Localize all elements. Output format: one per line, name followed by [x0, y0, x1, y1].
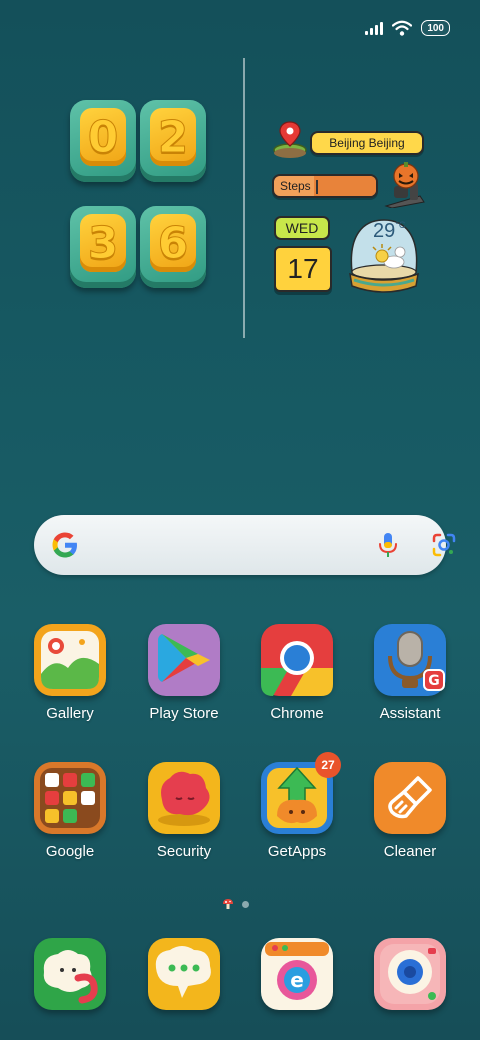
- clock-digit: 6: [157, 217, 189, 269]
- dock-browser[interactable]: e: [247, 938, 347, 1010]
- phone-icon: [34, 938, 106, 1010]
- steps-label: Steps: [280, 179, 311, 193]
- dock-camera[interactable]: [360, 938, 460, 1010]
- google-folder-icon: [34, 762, 106, 834]
- clock-hour-tens: 0: [70, 100, 136, 182]
- getapps-icon: 27: [261, 752, 341, 834]
- app-label: Gallery: [46, 705, 94, 722]
- microphone-icon[interactable]: [376, 531, 400, 559]
- app-assistant[interactable]: G Assistant: [360, 624, 460, 722]
- cleaner-icon: [374, 762, 446, 834]
- home-page-dot-icon: [223, 899, 233, 909]
- steps-marker: [316, 180, 318, 194]
- camera-icon: [374, 938, 446, 1010]
- page-indicator[interactable]: [222, 898, 249, 910]
- date-number: 17: [287, 253, 319, 284]
- app-label: Security: [156, 843, 212, 860]
- signal-bars-icon: [365, 21, 384, 35]
- play-store-icon: [148, 624, 220, 696]
- weekday-text: WED: [285, 220, 319, 236]
- temperature-readout: 29°C: [373, 220, 405, 243]
- dock-messages[interactable]: [134, 938, 234, 1010]
- temperature-value: 29: [373, 220, 396, 242]
- clock-digit: 3: [87, 217, 119, 269]
- google-search-bar[interactable]: [34, 515, 456, 575]
- date-tile[interactable]: 17: [274, 246, 332, 292]
- app-label: Google: [45, 843, 95, 860]
- app-label: GetApps: [267, 843, 327, 860]
- app-getapps[interactable]: 27 GetApps: [247, 752, 347, 860]
- browser-icon: e: [261, 938, 333, 1010]
- messages-icon: [148, 938, 220, 1010]
- clock-hour-ones: 2: [140, 100, 206, 182]
- lens-icon[interactable]: [430, 531, 458, 559]
- svg-text:G: G: [428, 673, 440, 689]
- svg-text:e: e: [290, 968, 304, 992]
- wifi-icon: [392, 20, 413, 36]
- app-gallery[interactable]: Gallery: [20, 624, 120, 722]
- app-security[interactable]: Security: [134, 762, 234, 860]
- city-label[interactable]: Beijing Beijing: [310, 131, 424, 155]
- app-label: Assistant: [379, 705, 441, 722]
- steps-bar[interactable]: Steps: [272, 174, 378, 198]
- app-chrome[interactable]: Chrome: [247, 624, 347, 722]
- badge-count: 27: [321, 758, 335, 772]
- assistant-icon: G: [374, 624, 446, 696]
- security-icon: [148, 762, 220, 834]
- battery-indicator: 100: [421, 20, 450, 36]
- app-cleaner[interactable]: Cleaner: [360, 762, 460, 860]
- app-label: Chrome: [270, 705, 324, 722]
- pumpkin-runner-icon: [384, 162, 425, 208]
- status-bar: 100: [365, 14, 450, 42]
- clock-minute-tens: 3: [70, 206, 136, 288]
- clock-digit: 0: [87, 111, 119, 163]
- city-name: Beijing Beijing: [329, 136, 405, 150]
- app-google[interactable]: Google: [20, 762, 120, 860]
- app-play-store[interactable]: Play Store: [134, 624, 234, 722]
- notification-badge: 27: [315, 752, 341, 778]
- location-pin-icon: [273, 121, 307, 158]
- dock-phone[interactable]: [20, 938, 120, 1010]
- chrome-icon: [261, 624, 333, 696]
- page-dot[interactable]: [242, 900, 249, 908]
- steps-progress-track: [314, 176, 376, 196]
- clock-widget[interactable]: 0 2 3 6: [68, 96, 210, 292]
- weekday-label: WED: [274, 216, 330, 240]
- temperature-unit: °C: [395, 220, 406, 230]
- app-label: Play Store: [149, 705, 219, 722]
- clock-minute-ones: 6: [140, 206, 206, 288]
- gallery-icon: [34, 624, 106, 696]
- google-g-icon: [52, 532, 77, 558]
- widget-divider: [243, 58, 245, 338]
- app-label: Cleaner: [383, 843, 437, 860]
- clock-digit: 2: [157, 111, 189, 163]
- battery-level: 100: [427, 22, 444, 34]
